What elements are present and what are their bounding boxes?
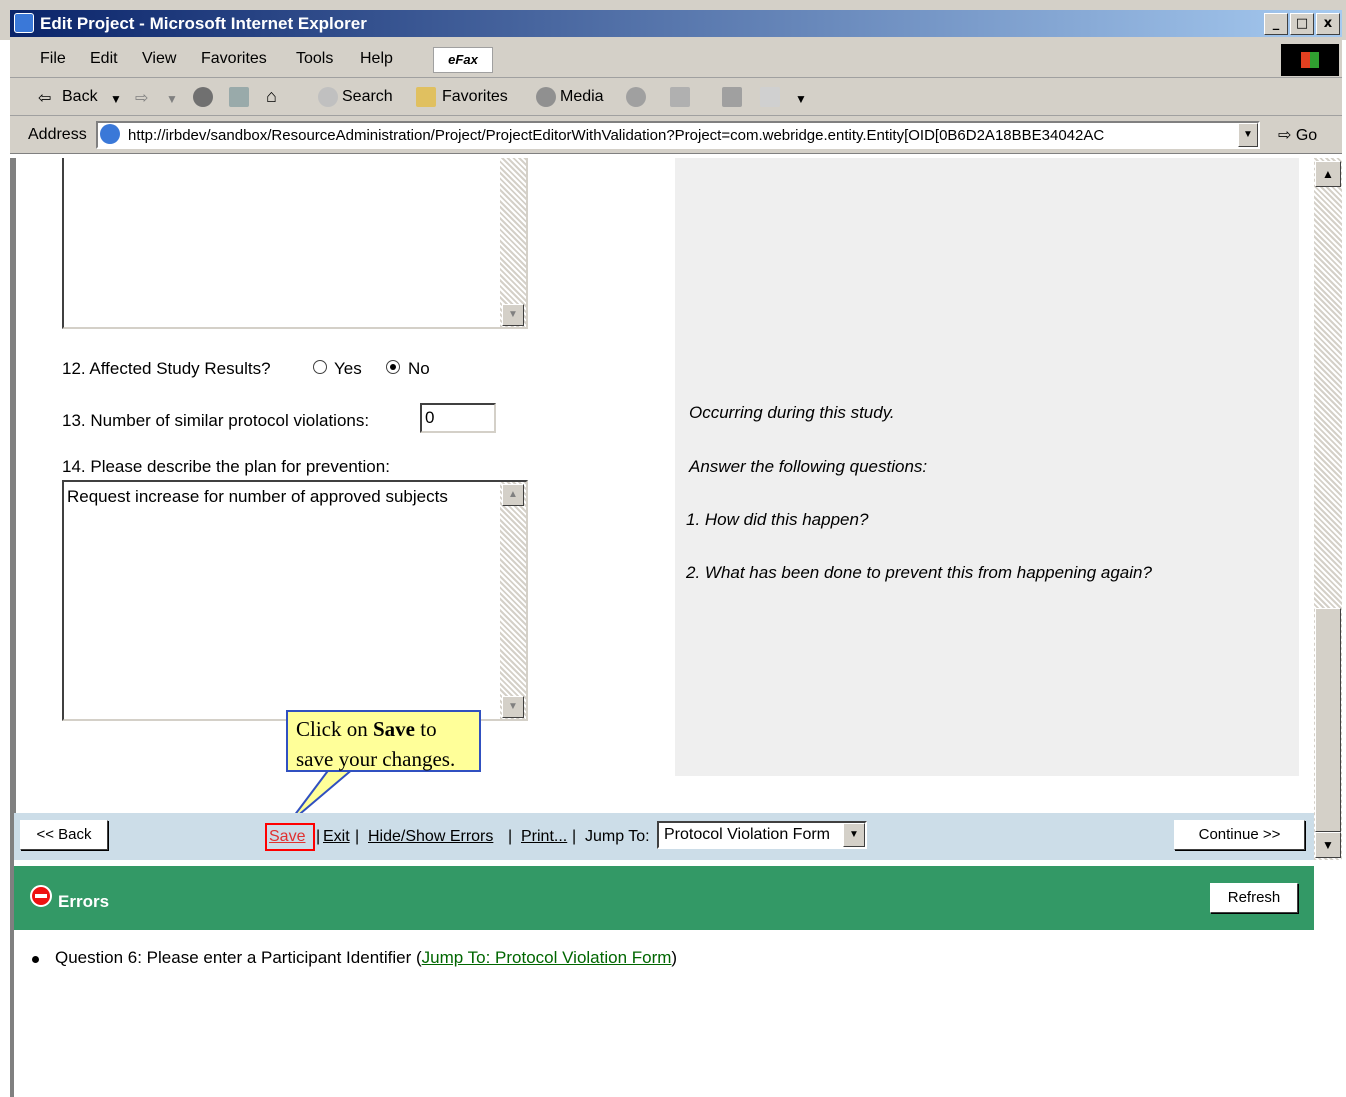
jump-to-dropdown-icon[interactable]: ▼ bbox=[843, 823, 865, 847]
scroll-down-icon[interactable]: ▼ bbox=[502, 304, 524, 326]
minimize-button[interactable]: _ bbox=[1264, 13, 1288, 35]
scrollbar-thumb[interactable] bbox=[1315, 608, 1341, 832]
ie-icon bbox=[14, 13, 34, 33]
window-title: Edit Project - Microsoft Internet Explor… bbox=[40, 14, 367, 33]
bullet-icon bbox=[32, 956, 39, 963]
errors-title: Errors bbox=[58, 892, 110, 911]
q12-yes-radio[interactable] bbox=[313, 360, 327, 374]
q12-no-radio[interactable] bbox=[386, 360, 400, 374]
hide-show-errors-link[interactable]: Hide/Show Errors bbox=[368, 828, 493, 846]
refresh-button[interactable]: Refresh bbox=[1210, 883, 1298, 913]
toolbar-back-button[interactable]: Back bbox=[62, 88, 98, 106]
edit-icon[interactable] bbox=[760, 87, 780, 107]
back-button[interactable]: << Back bbox=[20, 820, 108, 850]
media-icon bbox=[536, 87, 556, 107]
q13-value: 0 bbox=[425, 408, 435, 427]
menu-favorites[interactable]: Favorites bbox=[201, 50, 267, 68]
q13-label: 13. Number of similar protocol violation… bbox=[62, 411, 370, 430]
separator: | bbox=[355, 828, 360, 845]
frame-border bbox=[10, 930, 14, 1097]
help-line-2: Answer the following questions: bbox=[689, 457, 928, 476]
address-dropdown-icon[interactable]: ▼ bbox=[1238, 123, 1258, 147]
go-label: Go bbox=[1295, 127, 1318, 144]
address-url[interactable]: http://irbdev/sandbox/ResourceAdministra… bbox=[128, 127, 1234, 144]
callout-text: Click on Save to save your changes. bbox=[296, 717, 456, 771]
error-stop-icon bbox=[30, 885, 52, 907]
favorites-icon bbox=[416, 87, 436, 107]
separator: | bbox=[572, 828, 577, 845]
q14-label: 14. Please describe the plan for prevent… bbox=[62, 457, 390, 476]
mail-icon[interactable] bbox=[670, 87, 690, 107]
jump-to-label: Jump To: bbox=[585, 828, 650, 845]
q12-yes-label: Yes bbox=[334, 359, 362, 378]
home-icon[interactable]: ⌂ bbox=[266, 86, 277, 107]
toolbar-favorites-button[interactable]: Favorites bbox=[442, 88, 508, 106]
print-link[interactable]: Print... bbox=[521, 828, 567, 846]
q14-textarea[interactable] bbox=[62, 480, 528, 721]
jump-to-error-link[interactable]: Jump To: Protocol Violation Form bbox=[422, 948, 672, 967]
maximize-button[interactable]: □ bbox=[1290, 13, 1314, 35]
exit-link[interactable]: Exit bbox=[323, 828, 350, 846]
jump-to-value: Protocol Violation Form bbox=[664, 826, 830, 843]
error-message: Question 6: Please enter a Participant I… bbox=[55, 948, 422, 967]
scroll-up-icon[interactable]: ▲ bbox=[1315, 161, 1341, 187]
stop-icon[interactable] bbox=[193, 87, 213, 107]
toolbar-search-button[interactable]: Search bbox=[342, 88, 393, 106]
menu-file[interactable]: File bbox=[40, 50, 66, 68]
errors-header bbox=[14, 866, 1314, 930]
scroll-down-icon[interactable]: ▼ bbox=[502, 696, 524, 718]
edit-dropdown-icon[interactable]: ▼ bbox=[795, 92, 807, 106]
q14-value: Request increase for number of approved … bbox=[67, 487, 448, 506]
back-dropdown-icon[interactable]: ▼ bbox=[110, 92, 122, 106]
forward-dropdown-icon[interactable]: ▼ bbox=[166, 92, 178, 106]
go-arrow-icon: ⇨ bbox=[1278, 127, 1292, 144]
error-suffix: ) bbox=[671, 948, 678, 967]
menu-view[interactable]: View bbox=[142, 50, 176, 68]
q12-label: 12. Affected Study Results? bbox=[62, 359, 271, 378]
close-button[interactable]: x bbox=[1316, 13, 1340, 35]
address-label: Address bbox=[28, 126, 87, 143]
back-arrow-icon: ⇦ bbox=[38, 90, 52, 107]
scroll-up-icon[interactable]: ▲ bbox=[502, 484, 524, 506]
q14-textarea-scrollbar[interactable] bbox=[500, 482, 526, 719]
help-line-4: 2. What has been done to prevent this fr… bbox=[686, 563, 1152, 582]
go-button[interactable]: ⇨ Go bbox=[1278, 125, 1317, 145]
menu-tools[interactable]: Tools bbox=[296, 50, 333, 68]
toolbar-media-button[interactable]: Media bbox=[560, 88, 604, 106]
forward-arrow-icon[interactable]: ⇨ bbox=[135, 88, 148, 108]
help-line-1: Occurring during this study. bbox=[689, 403, 895, 422]
help-line-3: 1. How did this happen? bbox=[686, 510, 869, 529]
windows-logo-icon bbox=[1281, 44, 1339, 76]
print-icon[interactable] bbox=[722, 87, 742, 107]
previous-textarea-scrollbar[interactable] bbox=[500, 158, 526, 327]
separator: | bbox=[508, 828, 513, 845]
menu-help[interactable]: Help bbox=[360, 50, 393, 68]
history-icon[interactable] bbox=[626, 87, 646, 107]
refresh-icon[interactable] bbox=[229, 87, 249, 107]
previous-answer-textarea[interactable] bbox=[62, 158, 528, 329]
frame-border bbox=[10, 158, 14, 930]
menu-edit[interactable]: Edit bbox=[90, 50, 118, 68]
page-icon bbox=[100, 124, 120, 144]
continue-button[interactable]: Continue >> bbox=[1174, 820, 1305, 850]
scroll-down-icon[interactable]: ▼ bbox=[1315, 832, 1341, 858]
q12-no-label: No bbox=[408, 359, 430, 378]
efax-button[interactable]: eFax bbox=[433, 47, 493, 73]
search-icon bbox=[318, 87, 338, 107]
save-link[interactable]: Save bbox=[269, 828, 305, 846]
separator: | bbox=[316, 828, 321, 845]
error-item: Question 6: Please enter a Participant I… bbox=[55, 948, 677, 968]
